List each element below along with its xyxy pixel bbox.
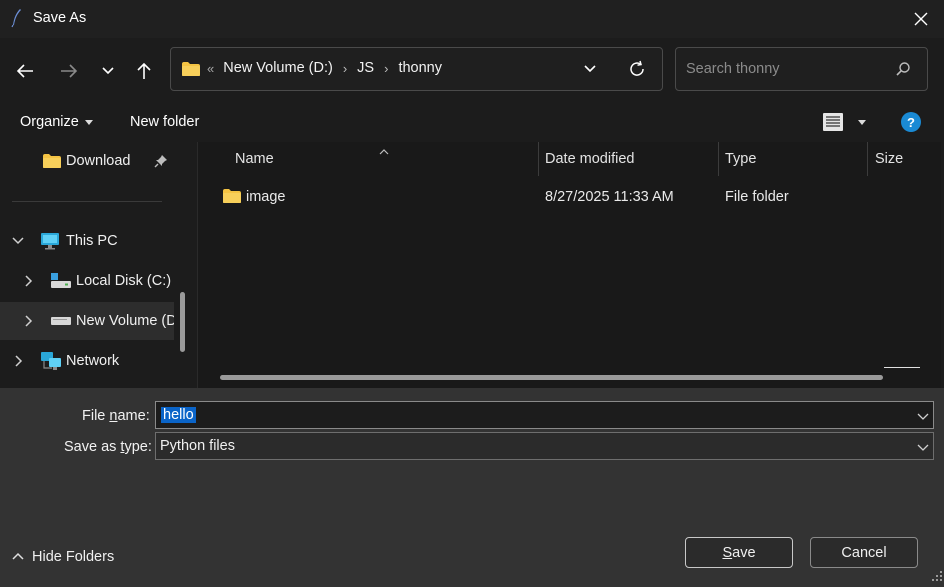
file-date-modified: 8/27/2025 11:33 AM [545,189,674,205]
sidebar-item-label: Download [66,153,131,169]
horizontal-scrollbar[interactable] [220,375,883,380]
breadcrumb-new-volume[interactable]: New Volume (D:) [223,60,333,76]
address-bar[interactable]: « New Volume (D:) › JS › thonny [170,47,663,91]
chevron-down-icon[interactable] [917,441,929,457]
save-form: File name: hello Save as type: Python fi… [0,388,944,587]
arrow-right-icon [61,64,78,78]
breadcrumb-separator-icon: › [342,60,348,76]
organize-label: Organize [20,114,79,130]
command-bar: Organize New folder ? [0,102,944,142]
sidebar-item-local-disk-c[interactable]: Local Disk (C:) [0,262,174,300]
file-name-label: File name: [82,408,150,424]
help-button[interactable]: ? [901,112,921,132]
search-icon [895,61,911,81]
forward-button[interactable] [56,58,82,84]
save-as-type-select[interactable]: Python files [155,432,934,460]
details-view-icon [823,113,843,131]
arrow-up-icon [137,62,151,79]
feather-icon [10,8,24,28]
file-type: File folder [725,189,789,205]
column-separator[interactable] [867,142,868,176]
address-dropdown-button[interactable] [583,62,597,78]
column-header-name[interactable]: Name [235,142,274,176]
hide-folders-button[interactable]: Hide Folders [12,549,114,565]
sidebar-divider [12,201,162,202]
sidebar-scrollbar[interactable] [180,292,185,352]
sidebar-item-this-pc[interactable]: This PC [0,222,174,260]
organize-button[interactable]: Organize [20,114,93,130]
network-icon [40,351,62,375]
drive-icon [50,272,72,294]
breadcrumb-thonny[interactable]: thonny [398,60,442,76]
sidebar-item-label: Network [66,353,120,369]
folder-icon [42,153,62,173]
column-separator[interactable] [538,142,539,176]
save-as-type-value: Python files [160,438,235,454]
search-placeholder: Search thonny [686,61,780,77]
up-button[interactable] [131,58,157,84]
hide-folders-label: Hide Folders [32,549,115,565]
sort-ascending-icon [379,143,389,159]
sidebar-item-label: Local Disk (C:) [76,273,172,289]
file-name: image [246,189,286,205]
cancel-button[interactable]: Cancel [810,537,918,568]
breadcrumb-js[interactable]: JS [357,60,374,76]
refresh-button[interactable] [627,59,647,83]
chevron-down-icon[interactable] [12,236,24,246]
chevron-down-icon[interactable] [917,410,929,426]
view-options-button[interactable] [822,112,866,132]
caret-down-icon [858,119,866,125]
close-button[interactable] [898,0,944,38]
sidebar-item-new-volume-d[interactable]: New Volume (D:) [0,302,174,340]
folder-icon [181,61,201,81]
overflow-breadcrumb-icon[interactable]: « [207,61,214,76]
sidebar-item-label: This PC [66,233,118,249]
search-input[interactable]: Search thonny [675,47,928,91]
chevron-down-icon [102,67,114,75]
recent-locations-button[interactable] [95,58,121,84]
chevron-down-icon [584,65,596,73]
file-name-value[interactable]: hello [161,407,196,423]
chevron-right-icon[interactable] [24,315,34,327]
refresh-icon [630,60,644,76]
pin-icon[interactable] [154,154,168,172]
column-header-date-modified[interactable]: Date modified [545,142,634,176]
sidebar-item-label: New Volume (D:) [76,313,174,329]
sidebar-item-download[interactable]: Download [0,142,174,180]
column-header-size[interactable]: Size [875,142,903,176]
monitor-icon [40,232,60,254]
back-button[interactable] [12,58,38,84]
navigation-pane: Download This PC Local Disk (C:) New Vol… [0,142,194,388]
scrollbar-track-end [884,367,920,368]
file-list: Name Date modified Type Size image 8/27/… [197,142,941,388]
save-button[interactable]: Save [685,537,793,568]
folder-icon [222,188,242,208]
navigation-bar: « New Volume (D:) › JS › thonny Search t… [0,38,944,102]
window-title: Save As [33,10,87,26]
breadcrumb-separator-icon: › [384,60,389,76]
column-header-type[interactable]: Type [725,142,756,176]
file-row[interactable]: image 8/27/2025 11:33 AM File folder [198,180,942,214]
column-separator[interactable] [718,142,719,176]
new-folder-button[interactable]: New folder [130,114,199,130]
arrow-left-icon [16,64,33,78]
close-icon [914,12,928,26]
chevron-up-icon [12,552,24,560]
file-name-field[interactable]: hello [155,401,934,429]
drive-icon [50,314,72,332]
chevron-right-icon[interactable] [24,275,34,287]
title-bar: Save As [0,0,944,38]
sidebar-item-network[interactable]: Network [0,342,174,380]
resize-grip-icon[interactable] [932,569,942,585]
caret-down-icon [84,119,93,125]
chevron-right-icon[interactable] [14,355,24,367]
save-as-type-label: Save as type: [64,439,152,455]
